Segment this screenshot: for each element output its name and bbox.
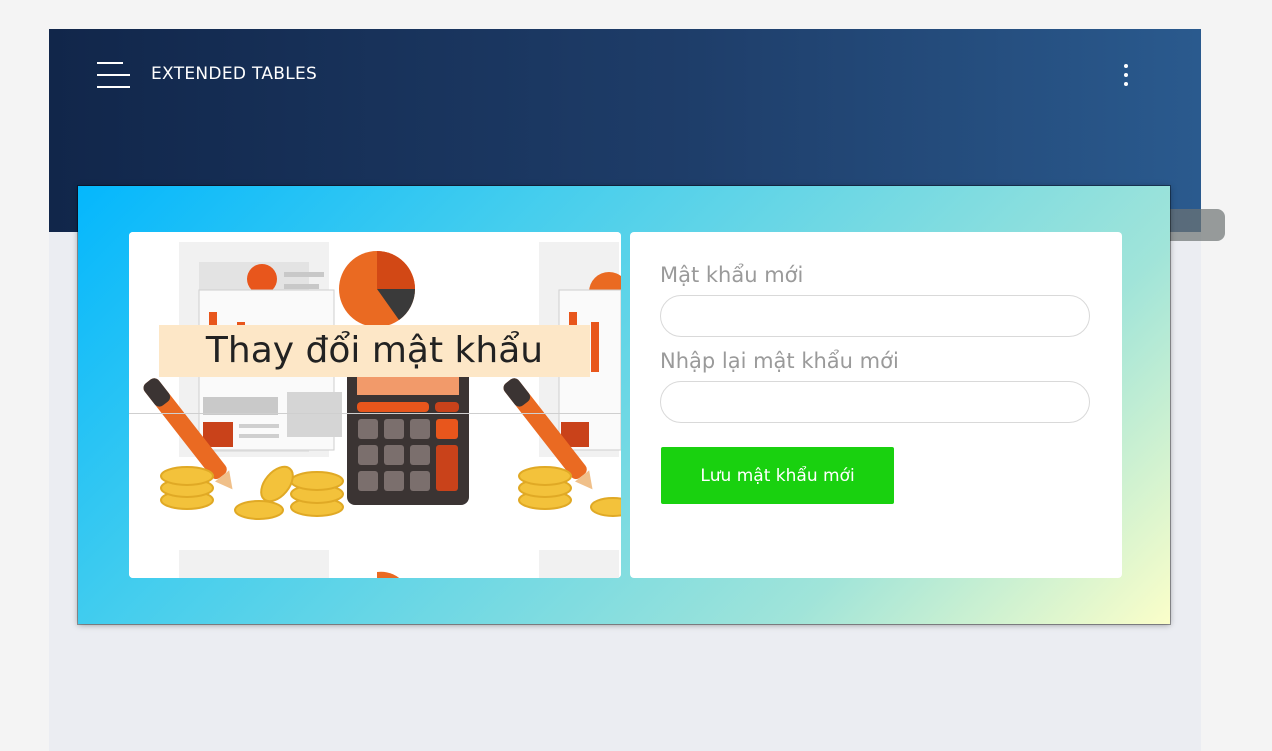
change-password-card: Thay đổi mật khẩu Mật khẩu mới Nhập lại …	[78, 186, 1170, 624]
navbar-brand[interactable]: EXTENDED TABLES	[151, 64, 317, 84]
hamburger-menu-icon[interactable]	[97, 62, 130, 89]
accounting-calculator-illustration	[129, 232, 621, 578]
save-password-button[interactable]: Lưu mật khẩu mới	[661, 447, 894, 504]
new-password-input[interactable]	[660, 295, 1090, 337]
new-password-label: Mật khẩu mới	[660, 263, 804, 287]
confirm-password-label: Nhập lại mật khẩu mới	[660, 349, 899, 373]
illustration-panel: Thay đổi mật khẩu	[129, 232, 621, 578]
page-title-banner: Thay đổi mật khẩu	[159, 325, 590, 377]
confirm-password-input[interactable]	[660, 381, 1090, 423]
page-title: Thay đổi mật khẩu	[205, 330, 544, 371]
vertical-dots-icon[interactable]	[1114, 62, 1138, 90]
password-form: Mật khẩu mới Nhập lại mật khẩu mới Lưu m…	[630, 232, 1122, 578]
